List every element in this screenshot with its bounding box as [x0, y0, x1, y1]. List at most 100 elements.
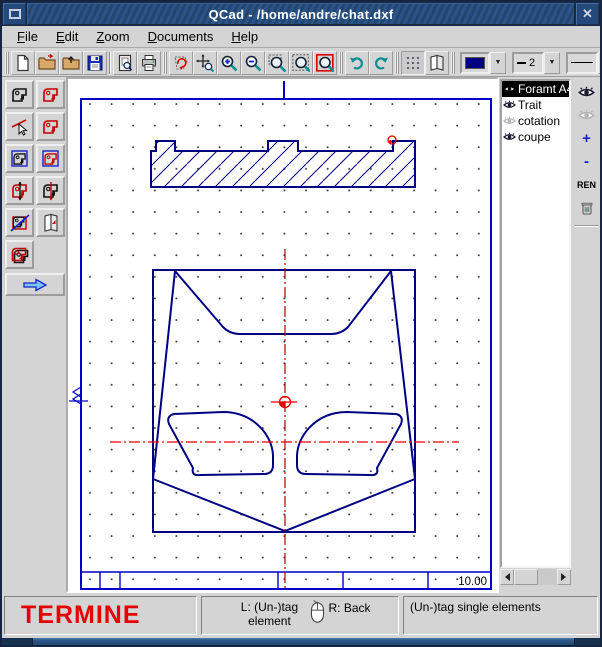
width-line-glyph: [517, 62, 526, 64]
titlebar-drag-area[interactable]: QCad - /home/andre/chat.dxf: [27, 3, 575, 25]
layer-list[interactable]: Foramt A4 Trait cotation coupe: [500, 79, 571, 568]
tag-contour-button[interactable]: [36, 112, 65, 141]
toolbar-grip[interactable]: [339, 52, 343, 74]
pan-arrows-icon: [196, 54, 214, 72]
line-width-value: 2: [529, 57, 535, 69]
menu-edit[interactable]: Edit: [47, 27, 87, 46]
status-bar: TERMINE L: (Un-)tag element R: Back (Un-…: [2, 593, 600, 638]
color-select[interactable]: ▼: [460, 52, 506, 74]
line-style-select[interactable]: ▼: [566, 52, 602, 74]
printer-icon: [140, 54, 158, 72]
views-button[interactable]: [425, 51, 449, 75]
layer-list-scrollbar[interactable]: [500, 569, 571, 585]
tag-layer-button[interactable]: [36, 208, 65, 237]
pointer-line-icon: [10, 117, 30, 137]
delete-layer-button[interactable]: [575, 198, 599, 217]
continue-button[interactable]: [5, 273, 65, 296]
left-mouse-hint: L: (Un-)tag element: [229, 600, 309, 628]
remove-layer-button[interactable]: -: [575, 152, 599, 171]
redo-button[interactable]: [369, 51, 393, 75]
style-dropdown-arrow[interactable]: ▼: [598, 52, 602, 74]
show-layer-eye-icon: [578, 86, 595, 99]
toolbar-grip[interactable]: [395, 52, 399, 74]
layer-row-trait[interactable]: Trait: [502, 97, 569, 113]
toolbar-grip[interactable]: [163, 52, 167, 74]
untag-intersected-icon: [41, 181, 61, 201]
layer-buttons: + - REN: [573, 77, 600, 593]
rename-layer-button[interactable]: REN: [575, 175, 599, 194]
drawing-canvas[interactable]: 10.00: [66, 77, 499, 593]
color-dropdown-arrow[interactable]: ▼: [490, 52, 506, 74]
add-layer-button[interactable]: +: [575, 129, 599, 148]
main-area: 10.00: [2, 77, 600, 593]
invert-selection-button[interactable]: [5, 208, 34, 237]
redraw-button[interactable]: [169, 51, 193, 75]
tag-all-button[interactable]: [5, 240, 34, 269]
open-file-button[interactable]: [35, 51, 59, 75]
close-file-button[interactable]: [59, 51, 83, 75]
untag-intersected-button[interactable]: [36, 176, 65, 205]
tag-all-icon: [10, 245, 30, 265]
tag-intersected-button[interactable]: [5, 176, 34, 205]
scroll-left-button[interactable]: [500, 569, 514, 585]
width-dropdown-arrow[interactable]: ▼: [544, 52, 560, 74]
tag-element-icon: [10, 85, 30, 105]
undo-button[interactable]: [345, 51, 369, 75]
tag-window-icon: [10, 149, 30, 169]
layer-row-coupe[interactable]: coupe: [502, 129, 569, 145]
zoom-window-button[interactable]: [265, 51, 289, 75]
toolbar-grip[interactable]: [451, 52, 455, 74]
remove-layer-label: -: [584, 157, 589, 167]
menu-documents[interactable]: Documents: [139, 27, 223, 46]
zoom-in-button[interactable]: [217, 51, 241, 75]
tag-element-button[interactable]: [5, 80, 34, 109]
action-hint: (Un-)tag single elements: [410, 600, 541, 614]
redo-icon: [372, 54, 390, 72]
show-layer-button[interactable]: [575, 83, 599, 102]
auto-zoom-icon: [292, 54, 310, 72]
resize-handle-middle[interactable]: [32, 638, 575, 647]
layer-buttons-divider: [575, 225, 599, 227]
print-button[interactable]: [137, 51, 161, 75]
untag-window-button[interactable]: [36, 144, 65, 173]
previous-view-button[interactable]: [313, 51, 337, 75]
system-menu-button[interactable]: [3, 3, 26, 25]
print-preview-button[interactable]: [113, 51, 137, 75]
scrollbar-track[interactable]: [538, 569, 557, 585]
previous-view-icon: [316, 54, 334, 72]
toolbar-grip[interactable]: [5, 52, 9, 74]
menubar: File Edit Zoom Documents Help: [2, 26, 600, 48]
auto-zoom-button[interactable]: [289, 51, 313, 75]
line-width-select[interactable]: 2 ▼: [512, 52, 560, 74]
current-color-field: [460, 52, 490, 74]
scale-value: 10.00: [458, 576, 487, 588]
pan-zoom-button[interactable]: [193, 51, 217, 75]
menu-file[interactable]: File: [8, 27, 47, 46]
undo-icon: [348, 54, 366, 72]
save-button[interactable]: [83, 51, 107, 75]
rename-layer-label: REN: [577, 180, 596, 190]
titlebar[interactable]: QCad - /home/andre/chat.dxf ✕: [2, 2, 600, 26]
scrollbar-thumb[interactable]: [514, 569, 538, 585]
untag-element-icon: [41, 85, 61, 105]
untag-element-button[interactable]: [36, 80, 65, 109]
tag-window-button[interactable]: [5, 144, 34, 173]
add-layer-label: +: [582, 134, 591, 144]
layer-name: Foramt A4: [518, 82, 569, 96]
pick-element-button[interactable]: [5, 112, 34, 141]
close-button[interactable]: ✕: [576, 3, 599, 25]
window-resize-border[interactable]: [2, 638, 600, 647]
qcad-window: QCad - /home/andre/chat.dxf ✕ File Edit …: [0, 0, 602, 647]
menu-zoom[interactable]: Zoom: [87, 27, 138, 46]
hide-layer-eye-icon: [578, 109, 595, 122]
scroll-right-button[interactable]: [557, 569, 571, 585]
hide-layer-button[interactable]: [575, 106, 599, 125]
color-swatch: [465, 57, 485, 69]
layer-row-cotation[interactable]: cotation: [502, 113, 569, 129]
line-style-field: [566, 52, 598, 74]
new-file-button[interactable]: [11, 51, 35, 75]
layer-row-format[interactable]: Foramt A4: [502, 81, 569, 97]
menu-help[interactable]: Help: [222, 27, 267, 46]
grid-toggle-button[interactable]: [401, 51, 425, 75]
zoom-out-button[interactable]: [241, 51, 265, 75]
